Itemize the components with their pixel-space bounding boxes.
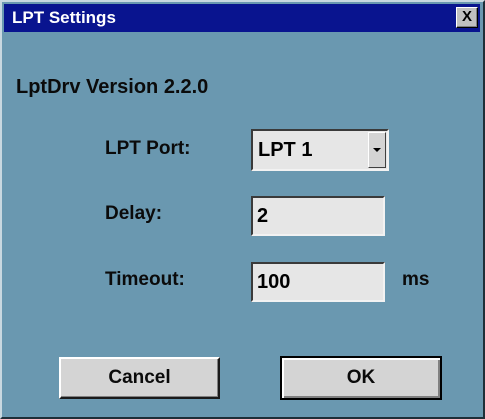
- title-bar[interactable]: LPT Settings X: [4, 4, 480, 32]
- version-label: LptDrv Version 2.2.0: [16, 76, 209, 98]
- chevron-down-icon[interactable]: [368, 132, 386, 168]
- timeout-unit-label: ms: [402, 269, 430, 290]
- delay-label: Delay:: [105, 203, 163, 224]
- lpt-settings-dialog: LPT Settings X LptDrv Version 2.2.0 LPT …: [0, 0, 485, 419]
- lpt-port-select[interactable]: LPT 1: [251, 129, 389, 171]
- cancel-button[interactable]: Cancel: [59, 357, 220, 399]
- timeout-label: Timeout:: [105, 269, 185, 290]
- close-icon: X: [461, 8, 472, 25]
- ok-button[interactable]: OK: [280, 356, 442, 400]
- close-button[interactable]: X: [456, 7, 478, 28]
- delay-input[interactable]: [251, 196, 385, 236]
- window-title: LPT Settings: [12, 8, 116, 27]
- lpt-port-value: LPT 1: [258, 139, 313, 161]
- timeout-input[interactable]: [251, 262, 385, 302]
- lpt-port-label: LPT Port:: [105, 138, 191, 159]
